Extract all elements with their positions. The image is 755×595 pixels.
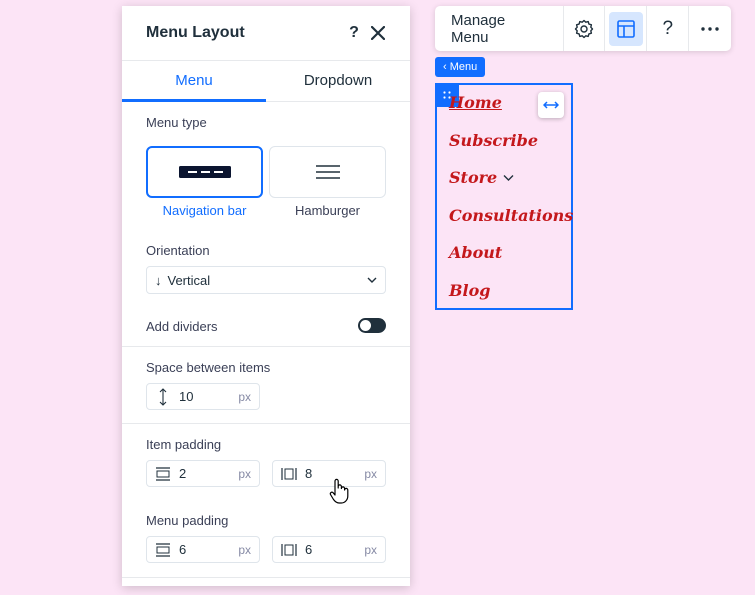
navigation-bar-option[interactable]: [146, 146, 263, 198]
menu-padding-label: Menu padding: [146, 513, 229, 528]
menu-padding-vertical-input[interactable]: 6 px: [146, 536, 260, 563]
hamburger-icon: [315, 165, 340, 179]
menu-item-store-label: Store: [449, 168, 498, 187]
vertical-padding-icon: [156, 466, 170, 481]
divider: [122, 423, 410, 424]
orientation-value: Vertical: [167, 272, 211, 288]
tab-dropdown[interactable]: Dropdown: [266, 61, 410, 101]
menu-element-tag[interactable]: ‹ Menu: [435, 57, 486, 77]
hamburger-option[interactable]: [269, 146, 386, 198]
space-between-input[interactable]: 10 px: [146, 383, 260, 410]
hamburger-caption: Hamburger: [294, 203, 361, 218]
panel-header: Menu Layout ?: [122, 6, 410, 61]
close-icon: [371, 26, 385, 40]
space-between-label: Space between items: [146, 360, 271, 375]
menu-item-home[interactable]: Home: [449, 93, 502, 112]
gear-icon: [574, 19, 594, 38]
space-between-value: 10: [179, 389, 194, 404]
space-between-unit: px: [238, 389, 251, 404]
more-icon: [701, 26, 719, 31]
settings-button[interactable]: [564, 6, 606, 51]
stretch-button[interactable]: [538, 92, 564, 118]
navigation-bar-caption: Navigation bar: [162, 203, 247, 218]
item-padding-vertical-input[interactable]: 2 px: [146, 460, 260, 487]
vertical-spacing-icon: [159, 387, 167, 406]
divider: [122, 577, 410, 578]
help-button[interactable]: ?: [344, 22, 364, 44]
menu-padding-vertical-value: 6: [179, 542, 187, 557]
menu-toolbar: Manage Menu ?: [435, 6, 731, 51]
menu-tag-label: Menu: [449, 61, 478, 73]
help-icon: ?: [662, 17, 674, 39]
tab-menu[interactable]: Menu: [122, 61, 266, 102]
toggle-knob: [360, 320, 371, 331]
hand-pointer-icon: [329, 478, 349, 504]
panel-title: Menu Layout: [146, 24, 245, 41]
divider: [122, 346, 410, 347]
toolbar-help-button[interactable]: ?: [647, 6, 690, 51]
navigation-bar-icon: [178, 166, 231, 178]
horizontal-padding-icon: [281, 543, 297, 556]
chevron-down-icon: [367, 277, 377, 283]
menu-item-about[interactable]: About: [449, 243, 502, 262]
chevron-down-icon: [503, 174, 514, 181]
close-button[interactable]: [368, 22, 388, 44]
add-dividers-label: Add dividers: [146, 319, 218, 334]
orientation-label: Orientation: [146, 243, 210, 258]
menu-padding-vertical-unit: px: [238, 542, 251, 557]
manage-menu-button[interactable]: Manage Menu: [435, 6, 564, 51]
menu-item-consultations[interactable]: Consultations: [449, 206, 573, 225]
item-padding-vertical-unit: px: [238, 466, 251, 481]
item-padding-vertical-value: 2: [179, 466, 187, 481]
menu-item-store[interactable]: Store: [449, 168, 514, 187]
item-padding-horizontal-unit: px: [364, 466, 377, 481]
menu-item-blog[interactable]: Blog: [449, 281, 490, 300]
menu-padding-horizontal-value: 6: [305, 542, 313, 557]
horizontal-padding-icon: [281, 467, 297, 480]
menu-layout-panel: Menu Layout ? Menu Dropdown Menu type Na…: [122, 6, 410, 586]
arrow-down-icon: ↓: [155, 272, 162, 288]
vertical-padding-icon: [156, 542, 170, 557]
layout-icon: [617, 19, 635, 38]
add-dividers-toggle[interactable]: [358, 318, 386, 333]
menu-padding-horizontal-unit: px: [364, 542, 377, 557]
horizontal-stretch-icon: [543, 101, 559, 109]
menu-padding-horizontal-input[interactable]: 6 px: [272, 536, 386, 563]
layout-button[interactable]: [605, 6, 648, 51]
item-padding-label: Item padding: [146, 437, 222, 452]
more-actions-button[interactable]: [689, 6, 731, 51]
orientation-dropdown[interactable]: ↓ Vertical: [146, 266, 386, 294]
menu-type-label: Menu type: [146, 115, 207, 130]
menu-item-subscribe[interactable]: Subscribe: [449, 131, 538, 150]
tab-bar: Menu Dropdown: [122, 61, 410, 102]
